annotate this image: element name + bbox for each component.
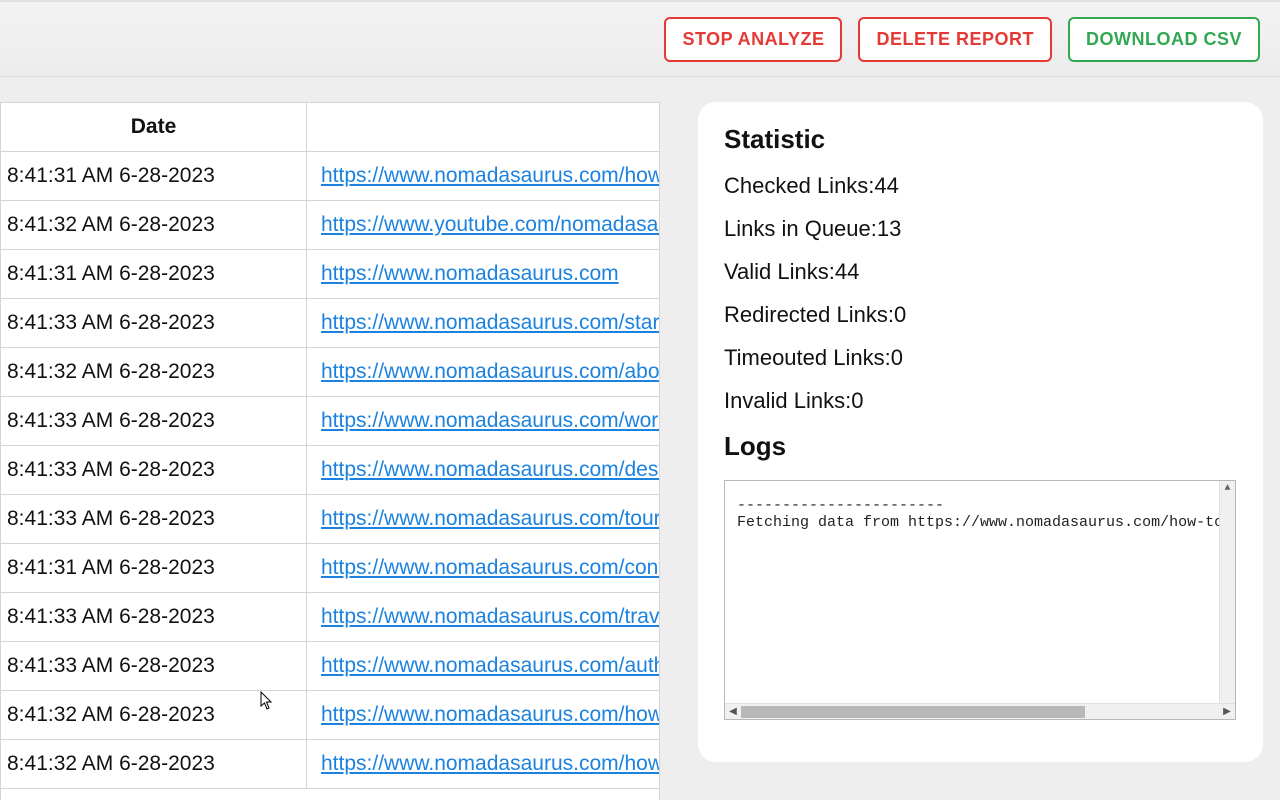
cell-url: https://www.nomadasaurus.com/auth [307, 654, 659, 678]
results-table-scroll[interactable]: Date 8:41:31 AM 6-28-2023 https://www.nom… [1, 103, 659, 800]
log-line: ----------------------- [737, 497, 1223, 514]
table-row: 8:41:31 AM 6-28-2023 https://www.nomadasa… [1, 544, 659, 593]
table-row: 8:41:33 AM 6-28-2023 https://www.nomadasa… [1, 495, 659, 544]
table-row: 8:41:32 AM 6-28-2023 https://www.nomadasa… [1, 348, 659, 397]
result-link[interactable]: https://www.nomadasaurus.com/dest [321, 458, 659, 481]
table-filler [1, 789, 659, 800]
scroll-right-icon[interactable]: ▶ [1219, 706, 1235, 718]
result-link[interactable]: https://www.nomadasaurus.com/abou [321, 360, 659, 383]
result-link[interactable]: https://www.nomadasaurus.com/how- [321, 703, 659, 726]
result-link[interactable]: https://www.nomadasaurus.com/work [321, 409, 659, 432]
table-header-row: Date [1, 103, 659, 152]
result-link[interactable]: https://www.nomadasaurus.com/auth [321, 654, 659, 677]
cell-url: https://www.nomadasaurus.com/work [307, 409, 659, 433]
result-link[interactable]: https://www.nomadasaurus.com/trave [321, 605, 659, 628]
download-csv-button[interactable]: DOWNLOAD CSV [1068, 17, 1260, 62]
content-area: Date 8:41:31 AM 6-28-2023 https://www.nom… [0, 77, 1280, 800]
cell-date: 8:41:33 AM 6-28-2023 [1, 642, 307, 690]
side-panel: Statistic Checked Links:44 Links in Queu… [698, 102, 1263, 762]
result-link[interactable]: https://www.nomadasaurus.com/how- [321, 752, 659, 775]
result-link[interactable]: https://www.nomadasaurus.com/how- [321, 164, 659, 187]
result-link[interactable]: https://www.nomadasaurus.com/tours [321, 507, 659, 530]
scroll-thumb[interactable] [741, 706, 1085, 718]
results-table: Date 8:41:31 AM 6-28-2023 https://www.nom… [0, 102, 660, 800]
result-link[interactable]: https://www.nomadasaurus.com/start [321, 311, 659, 334]
cell-url: https://www.nomadasaurus.com/trave [307, 605, 659, 629]
cell-url: https://www.nomadasaurus.com/how- [307, 164, 659, 188]
logs-content: ----------------------- Fetching data fr… [725, 481, 1235, 703]
header-bar: om/how-to-start-a-travel-blog/ STOP ANAL… [0, 2, 1280, 77]
cell-date: 8:41:31 AM 6-28-2023 [1, 250, 307, 298]
logs-title: Logs [724, 431, 1237, 462]
cell-url: https://www.nomadasaurus.com/start [307, 311, 659, 335]
table-row: 8:41:32 AM 6-28-2023 https://www.nomadasa… [1, 691, 659, 740]
cell-date: 8:41:32 AM 6-28-2023 [1, 348, 307, 396]
cell-date: 8:41:31 AM 6-28-2023 [1, 152, 307, 200]
stat-invalid: Invalid Links:0 [724, 388, 1237, 414]
cell-url: https://www.youtube.com/nomadasau [307, 213, 659, 237]
cell-date: 8:41:32 AM 6-28-2023 [1, 740, 307, 788]
table-row: 8:41:33 AM 6-28-2023 https://www.nomadasa… [1, 299, 659, 348]
result-link[interactable]: https://www.nomadasaurus.com/cont [321, 556, 659, 579]
result-link[interactable]: https://www.nomadasaurus.com [321, 262, 619, 285]
cell-date: 8:41:33 AM 6-28-2023 [1, 397, 307, 445]
stat-queue: Links in Queue:13 [724, 216, 1237, 242]
cell-url: https://www.nomadasaurus.com/abou [307, 360, 659, 384]
cell-url: https://www.nomadasaurus.com/how- [307, 703, 659, 727]
cell-date: 8:41:33 AM 6-28-2023 [1, 446, 307, 494]
col-header-date: Date [1, 103, 307, 151]
cell-date: 8:41:33 AM 6-28-2023 [1, 593, 307, 641]
stop-analyze-button[interactable]: STOP ANALYZE [664, 17, 842, 62]
delete-report-button[interactable]: DELETE REPORT [858, 17, 1052, 62]
stat-timeouted: Timeouted Links:0 [724, 345, 1237, 371]
table-row: 8:41:32 AM 6-28-2023 https://www.youtube.… [1, 201, 659, 250]
cell-url: https://www.nomadasaurus.com [307, 262, 659, 286]
stat-redirected: Redirected Links:0 [724, 302, 1237, 328]
scroll-left-icon[interactable]: ◀ [725, 706, 741, 718]
cell-url: https://www.nomadasaurus.com/cont [307, 556, 659, 580]
stat-checked: Checked Links:44 [724, 173, 1237, 199]
cell-date: 8:41:32 AM 6-28-2023 [1, 691, 307, 739]
table-row: 8:41:31 AM 6-28-2023 https://www.nomadasa… [1, 152, 659, 201]
cell-date: 8:41:33 AM 6-28-2023 [1, 495, 307, 543]
logs-horizontal-scrollbar[interactable]: ◀ ▶ [725, 703, 1235, 719]
cell-date: 8:41:33 AM 6-28-2023 [1, 299, 307, 347]
stat-valid: Valid Links:44 [724, 259, 1237, 285]
cell-url: https://www.nomadasaurus.com/how- [307, 752, 659, 776]
logs-box: ----------------------- Fetching data fr… [724, 480, 1236, 720]
cell-url: https://www.nomadasaurus.com/dest [307, 458, 659, 482]
cell-date: 8:41:31 AM 6-28-2023 [1, 544, 307, 592]
table-row: 8:41:33 AM 6-28-2023 https://www.nomadasa… [1, 397, 659, 446]
cell-url: https://www.nomadasaurus.com/tours [307, 507, 659, 531]
scroll-up-icon[interactable]: ▲ [1220, 481, 1235, 497]
result-link[interactable]: https://www.youtube.com/nomadasau [321, 213, 659, 236]
header-buttons: STOP ANALYZE DELETE REPORT DOWNLOAD CSV [664, 17, 1260, 62]
cell-date: 8:41:32 AM 6-28-2023 [1, 201, 307, 249]
scroll-track[interactable] [741, 706, 1219, 718]
logs-vertical-scrollbar[interactable]: ▲ [1219, 481, 1235, 703]
statistic-title: Statistic [724, 124, 1237, 155]
table-row: 8:41:33 AM 6-28-2023 https://www.nomadasa… [1, 642, 659, 691]
table-row: 8:41:33 AM 6-28-2023 https://www.nomadasa… [1, 446, 659, 495]
table-row: 8:41:31 AM 6-28-2023 https://www.nomadasa… [1, 250, 659, 299]
log-line: Fetching data from https://www.nomadasau… [737, 514, 1223, 531]
table-row: 8:41:33 AM 6-28-2023 https://www.nomadasa… [1, 593, 659, 642]
table-row: 8:41:32 AM 6-28-2023 https://www.nomadasa… [1, 740, 659, 789]
